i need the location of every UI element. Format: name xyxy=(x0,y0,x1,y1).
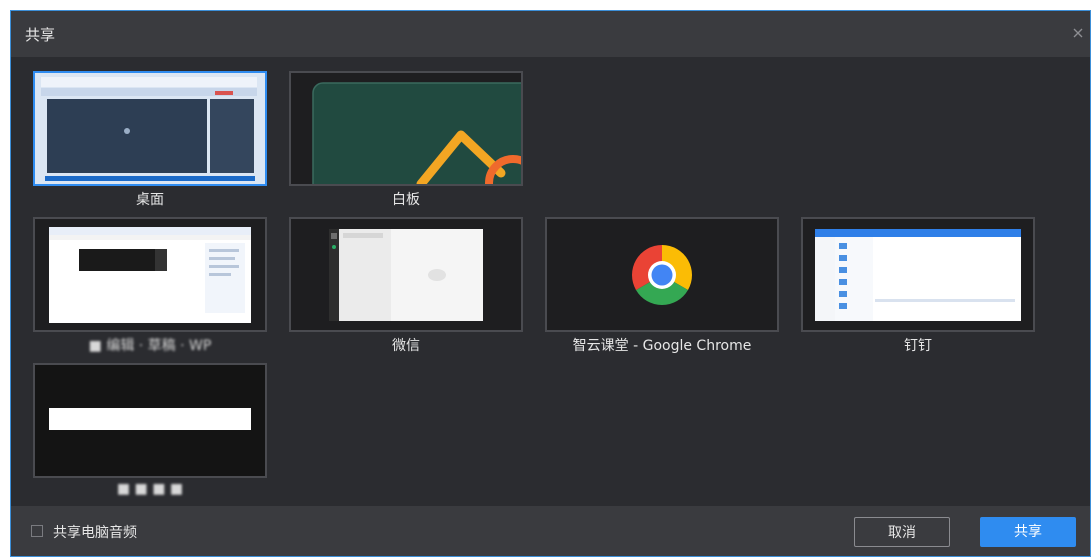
source-tile-wechat[interactable] xyxy=(289,217,523,332)
chrome-icon xyxy=(547,219,777,330)
source-label-dingtalk: 钉钉 xyxy=(904,338,932,354)
cancel-button[interactable]: 取消 xyxy=(854,517,950,547)
dingtalk-thumbnail xyxy=(803,219,1033,330)
desktop-thumbnail xyxy=(35,73,265,184)
source-label-chrome: 智云课堂 - Google Chrome xyxy=(572,338,752,354)
source-tile-wps[interactable] xyxy=(33,217,267,332)
source-tile-dingtalk[interactable] xyxy=(801,217,1035,332)
dialog-titlebar: 共享 xyxy=(11,11,1090,57)
share-button[interactable]: 共享 xyxy=(980,517,1076,547)
wps-thumbnail xyxy=(35,219,265,330)
share-audio-label: 共享电脑音频 xyxy=(53,525,137,541)
close-icon[interactable] xyxy=(1070,25,1086,41)
wechat-thumbnail xyxy=(291,219,521,330)
source-label-window-7: ■ ■ ■ ■ xyxy=(116,481,184,497)
source-label-wps: ■ 编辑 · 草稿 · WP xyxy=(88,338,212,354)
source-tile-window-7[interactable] xyxy=(33,363,267,478)
whiteboard-thumbnail xyxy=(291,73,521,184)
dialog-footer: 共享电脑音频 取消 共享 xyxy=(11,506,1090,556)
window-7-thumbnail xyxy=(35,365,265,476)
source-tile-desktop[interactable] xyxy=(33,71,267,186)
share-dialog: 共享 桌面 白板 ■ 编辑 · 草稿 · WP 微信 智云课堂 - Google… xyxy=(10,10,1091,557)
dialog-title: 共享 xyxy=(25,26,56,44)
share-audio-checkbox[interactable] xyxy=(31,525,43,537)
source-label-whiteboard: 白板 xyxy=(392,192,420,208)
source-tile-whiteboard[interactable] xyxy=(289,71,523,186)
source-label-desktop: 桌面 xyxy=(136,192,164,208)
source-label-wechat: 微信 xyxy=(392,338,420,354)
share-source-grid: 桌面 白板 ■ 编辑 · 草稿 · WP 微信 智云课堂 - Google Ch… xyxy=(11,57,1090,507)
source-tile-chrome[interactable] xyxy=(545,217,779,332)
